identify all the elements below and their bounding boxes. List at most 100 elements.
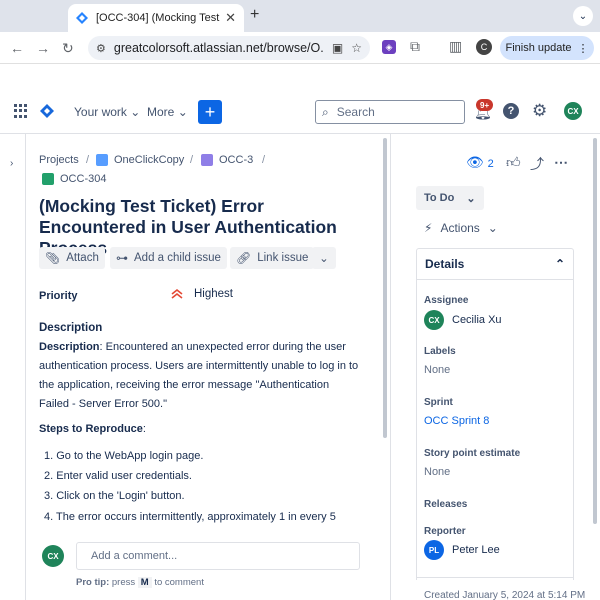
tab-title: [OCC-304] (Mocking Test Ti	[96, 12, 222, 24]
link-issue-button[interactable]: 🔗︎ Link issue	[230, 247, 315, 269]
reporter-avatar: PL	[424, 540, 444, 560]
breadcrumb-parent[interactable]: OCC-3	[201, 154, 253, 166]
priority-field[interactable]: Highest	[170, 288, 233, 300]
user-avatar[interactable]: CX	[564, 102, 582, 120]
more-label: More	[147, 105, 175, 119]
breadcrumb-separator: /	[262, 154, 266, 166]
profile-avatar[interactable]: C	[476, 39, 492, 55]
priority-highest-icon	[171, 288, 183, 299]
main-scrollbar[interactable]	[383, 138, 387, 438]
like-icon[interactable]: 👍︎	[506, 154, 521, 171]
description-heading: Description	[39, 322, 103, 334]
labels-label: Labels	[424, 346, 456, 357]
issue-key: OCC-304	[60, 173, 107, 185]
attach-label: Attach	[66, 252, 99, 264]
epic-icon	[201, 154, 213, 166]
steps-colon: :	[142, 423, 146, 435]
more-options-icon[interactable]: ⋯	[554, 154, 568, 171]
site-info-icon[interactable]: ⚙	[96, 42, 106, 55]
assignee-name: Cecilia Xu	[452, 314, 502, 326]
chevron-down-icon: ⌄	[487, 221, 498, 235]
breadcrumb-project[interactable]: OneClickCopy	[96, 154, 184, 166]
parent-key: OCC-3	[219, 154, 254, 166]
steps-heading-text: Steps to Reproduce	[39, 423, 143, 435]
back-icon[interactable]: ←	[10, 40, 24, 56]
attach-button[interactable]: 📎︎ Attach	[39, 247, 105, 269]
chevron-down-icon: ⌄	[319, 253, 329, 265]
details-divider	[416, 577, 574, 578]
story-points-value[interactable]: None	[424, 466, 450, 478]
description-body[interactable]: Description: Encountered an unexpected e…	[39, 338, 359, 414]
watcher-count: 2	[487, 158, 494, 170]
pro-tip: Pro tip: press M to comment	[76, 577, 204, 588]
sprint-link[interactable]: OCC Sprint 8	[424, 415, 489, 427]
description-bold: Description	[39, 341, 100, 353]
actions-label: Actions	[440, 221, 480, 235]
labels-value[interactable]: None	[424, 364, 450, 376]
reporter-field[interactable]: PL Peter Lee	[424, 540, 500, 560]
watch-icon[interactable]: 👁︎ 2	[466, 154, 494, 171]
created-timestamp: Created January 5, 2024 at 5:14 PM	[424, 590, 586, 600]
search-placeholder: Search	[336, 105, 375, 119]
new-tab-icon[interactable]: +	[250, 6, 259, 24]
jira-logo-icon[interactable]	[40, 104, 54, 118]
close-tab-icon[interactable]: ✕	[225, 10, 236, 26]
your-work-menu[interactable]: Your work ⌄	[74, 105, 140, 119]
bookmark-star-icon[interactable]: ☆	[351, 41, 362, 55]
add-child-issue-button[interactable]: ⊶ Add a child issue	[110, 247, 227, 269]
assignee-label: Assignee	[424, 295, 469, 306]
project-icon	[96, 154, 108, 166]
details-panel-header[interactable]: Details ⌃	[416, 248, 574, 280]
breadcrumb-projects[interactable]: Projects	[39, 154, 79, 166]
search-input[interactable]: ⌕ Search	[315, 100, 465, 124]
more-menu[interactable]: More ⌄	[147, 105, 188, 119]
breadcrumb-issue[interactable]: OCC-304	[42, 173, 106, 185]
chevron-down-icon: ⌄	[130, 105, 141, 119]
clipboard-icon[interactable]: ▣	[332, 41, 343, 55]
priority-value: Highest	[194, 288, 233, 300]
notifications-badge: 9+	[476, 99, 494, 111]
chevron-down-icon: ⌄	[466, 192, 476, 205]
jira-favicon-icon	[76, 12, 88, 24]
link-issue-label: Link issue	[257, 252, 309, 264]
side-scrollbar[interactable]	[593, 138, 597, 524]
expand-sidebar-icon[interactable]: ›	[10, 158, 13, 169]
left-sidebar-rail	[0, 134, 26, 600]
add-child-label: Add a child issue	[134, 252, 221, 264]
create-button[interactable]: +	[198, 100, 222, 124]
reporter-label: Reporter	[424, 526, 466, 537]
breadcrumb-separator: /	[86, 154, 90, 166]
assignee-field[interactable]: CX Cecilia Xu	[424, 310, 502, 330]
step-4: 4. The error occurs intermittently, appr…	[44, 511, 336, 523]
kebab-menu-icon: ⋮	[577, 42, 589, 55]
browser-tab[interactable]: [OCC-304] (Mocking Test Ti ✕	[68, 4, 244, 32]
step-3: 3. Click on the 'Login' button.	[44, 490, 185, 502]
app-switcher-icon[interactable]	[14, 104, 28, 118]
share-icon[interactable]: ⤴	[530, 154, 544, 174]
story-icon	[42, 173, 54, 185]
step-2: 2. Enter valid user credentials.	[44, 470, 192, 482]
side-panel-icon[interactable]: ▥	[449, 38, 462, 55]
commenter-avatar: CX	[42, 545, 64, 567]
address-bar[interactable]: ⚙ greatcolorsoft.atlassian.net/browse/O.…	[88, 36, 370, 60]
status-dropdown[interactable]: To Do ⌄	[416, 186, 484, 210]
extensions-puzzle-icon[interactable]: ⧉	[410, 38, 420, 55]
extension-icon[interactable]: ◈	[382, 40, 396, 54]
reload-icon[interactable]: ↻	[62, 40, 74, 57]
forward-icon[interactable]: →	[36, 40, 50, 56]
sprint-label: Sprint	[424, 397, 453, 408]
link-icon: 🔗︎	[236, 251, 252, 265]
comment-input[interactable]: Add a comment...	[76, 542, 360, 570]
paperclip-icon: 📎︎	[45, 251, 61, 265]
help-icon[interactable]: ?	[503, 103, 519, 119]
more-actions-button[interactable]: ⌄	[312, 247, 336, 269]
pro-tip-key: M	[137, 577, 152, 588]
settings-gear-icon[interactable]: ⚙	[532, 101, 547, 121]
chevron-down-icon: ⌄	[177, 105, 188, 119]
priority-label: Priority	[39, 290, 78, 302]
actions-dropdown[interactable]: ⚡︎ Actions ⌄	[424, 221, 498, 235]
panel-divider[interactable]	[390, 134, 391, 600]
tab-search-icon[interactable]: ⌄	[573, 6, 593, 26]
pro-tip-prefix: Pro tip:	[76, 577, 110, 588]
finish-update-button[interactable]: Finish update ⋮	[500, 36, 594, 60]
